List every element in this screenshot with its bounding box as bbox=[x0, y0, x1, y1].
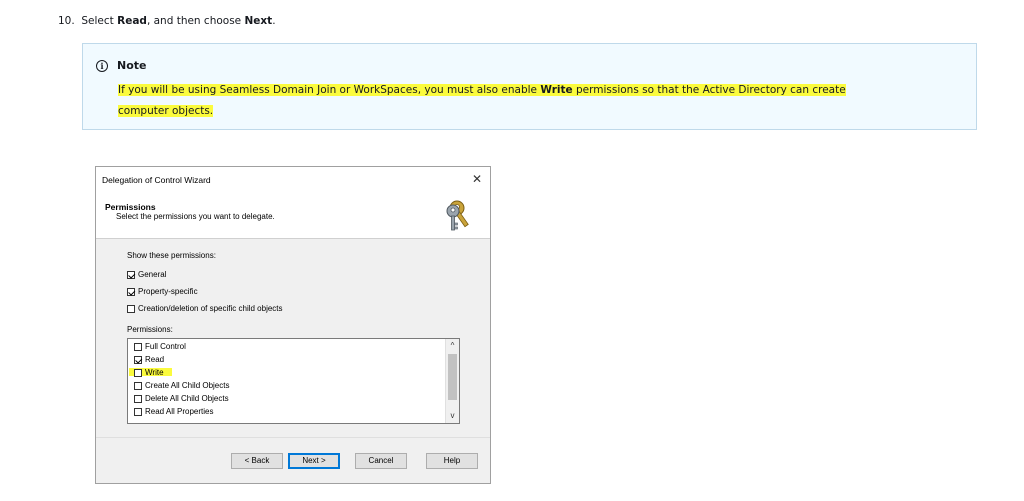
wizard-header: Permissions Select the permissions you w… bbox=[96, 193, 490, 239]
permission-read-all-properties[interactable]: Read All Properties bbox=[134, 407, 213, 416]
step-number: 10. bbox=[58, 15, 75, 27]
keys-icon bbox=[444, 197, 478, 235]
checkbox[interactable] bbox=[134, 381, 142, 390]
note-text-line-2-text: computer objects. bbox=[118, 105, 214, 117]
step-read: Read bbox=[117, 15, 147, 27]
close-icon[interactable]: ✕ bbox=[472, 172, 482, 186]
filter-general-label: General bbox=[138, 270, 167, 279]
checkbox[interactable] bbox=[134, 342, 142, 351]
info-icon: i bbox=[96, 59, 108, 72]
window-titlebar: Delegation of Control Wizard ✕ bbox=[96, 167, 490, 193]
permission-label: Read All Properties bbox=[145, 407, 214, 416]
permission-label: Read bbox=[145, 355, 165, 364]
permission-label: Write bbox=[145, 368, 164, 377]
checkbox[interactable] bbox=[127, 304, 135, 313]
note-text-line-1: If you will be using Seamless Domain Joi… bbox=[118, 84, 846, 96]
checkbox[interactable] bbox=[127, 287, 135, 296]
checkbox[interactable] bbox=[134, 368, 142, 377]
note-header: i Note bbox=[96, 59, 146, 72]
step-next: Next bbox=[244, 15, 273, 27]
window-title: Delegation of Control Wizard bbox=[102, 175, 211, 185]
step-text-3: . bbox=[272, 15, 276, 27]
scroll-thumb[interactable] bbox=[448, 354, 457, 400]
header-title: Permissions bbox=[105, 202, 156, 212]
checkbox[interactable] bbox=[134, 394, 142, 403]
note-title: Note bbox=[117, 59, 147, 72]
next-button[interactable]: Next > bbox=[288, 453, 340, 469]
filter-property-specific-label: Property-specific bbox=[138, 287, 198, 296]
permission-read[interactable]: Read bbox=[134, 355, 164, 364]
note-text-line-2: computer objects. bbox=[118, 105, 214, 117]
header-subtitle: Select the permissions you want to deleg… bbox=[116, 212, 275, 221]
filter-property-specific[interactable]: Property-specific bbox=[127, 287, 198, 296]
wizard-body: Show these permissions: General Property… bbox=[96, 239, 490, 435]
checkbox[interactable] bbox=[134, 355, 142, 364]
step-text-1: Select bbox=[81, 15, 118, 27]
filter-child-objects[interactable]: Creation/deletion of specific child obje… bbox=[127, 304, 283, 313]
permissions-label: Permissions: bbox=[127, 325, 173, 334]
scroll-up-icon[interactable]: ^ bbox=[446, 340, 459, 352]
permission-full-control[interactable]: Full Control bbox=[134, 342, 186, 351]
delegation-wizard-window: Delegation of Control Wizard ✕ Permissio… bbox=[95, 166, 491, 484]
note-text-rest: permissions so that the Active Directory… bbox=[572, 84, 846, 96]
note-text-highlighted: If you will be using Seamless Domain Joi… bbox=[118, 84, 541, 96]
checkbox[interactable] bbox=[134, 407, 142, 416]
permission-create-all-child-objects[interactable]: Create All Child Objects bbox=[134, 381, 229, 390]
wizard-footer: < Back Next > Cancel Help bbox=[96, 437, 490, 483]
checkbox[interactable] bbox=[127, 270, 135, 279]
cancel-button[interactable]: Cancel bbox=[355, 453, 407, 469]
note-text-write: Write bbox=[540, 84, 573, 96]
filter-general[interactable]: General bbox=[127, 270, 166, 279]
show-permissions-label: Show these permissions: bbox=[127, 251, 216, 260]
listbox-scrollbar[interactable]: ^ v bbox=[445, 339, 459, 423]
step-instruction: 10. Select Read, and then choose Next. bbox=[58, 15, 276, 27]
permission-label: Delete All Child Objects bbox=[145, 394, 229, 403]
permissions-listbox[interactable]: Full Control Read Write Create All Child… bbox=[127, 338, 460, 424]
note-box: i Note If you will be using Seamless Dom… bbox=[82, 43, 977, 130]
step-text-2: , and then choose bbox=[146, 15, 245, 27]
scroll-down-icon[interactable]: v bbox=[446, 410, 459, 422]
permission-delete-all-child-objects[interactable]: Delete All Child Objects bbox=[134, 394, 229, 403]
back-button[interactable]: < Back bbox=[231, 453, 283, 469]
filter-child-objects-label: Creation/deletion of specific child obje… bbox=[138, 304, 283, 313]
permission-label: Create All Child Objects bbox=[145, 381, 230, 390]
permission-write[interactable]: Write bbox=[134, 368, 164, 377]
permission-label: Full Control bbox=[145, 342, 186, 351]
help-button[interactable]: Help bbox=[426, 453, 478, 469]
